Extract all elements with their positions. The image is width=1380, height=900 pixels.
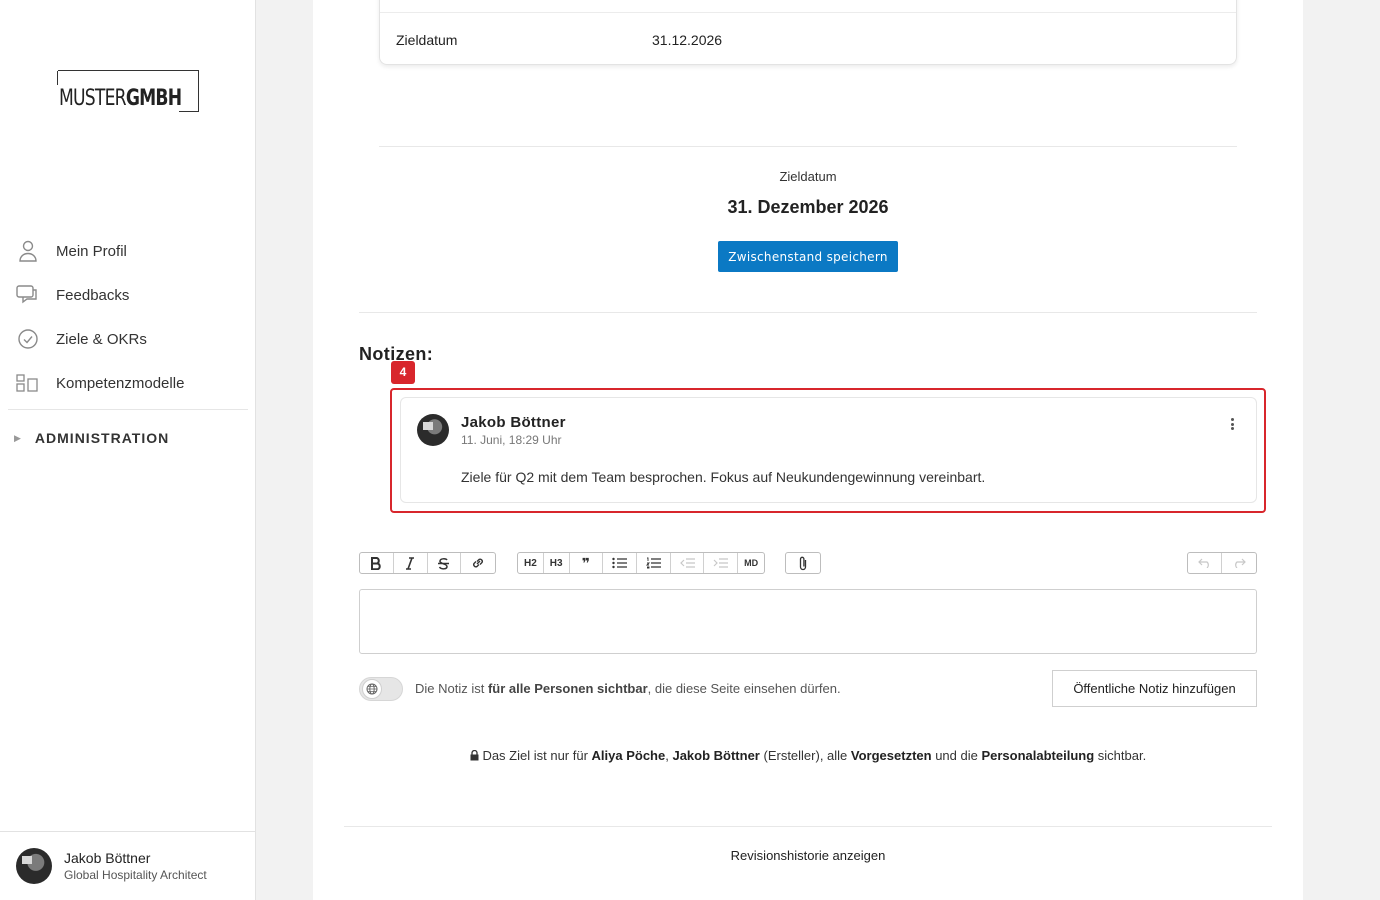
user-name: Jakob Böttner <box>64 850 151 866</box>
sidebar-item-label: Mein Profil <box>56 242 127 260</box>
sidebar: MUSTERGMBH Mein Profil Feedbacks Ziele &… <box>0 0 256 900</box>
sidebar-item-label: Ziele & OKRs <box>56 330 147 348</box>
strikethrough-button[interactable] <box>428 553 462 573</box>
sidebar-item-ziele-okrs[interactable]: Ziele & OKRs <box>8 317 248 361</box>
note-timestamp: 11. Juni, 18:29 Uhr <box>461 433 562 447</box>
add-public-note-button[interactable]: Öffentliche Notiz hinzufügen <box>1052 670 1257 707</box>
globe-icon <box>362 679 382 699</box>
format-toolbar-group <box>359 552 496 574</box>
redo-button[interactable] <box>1222 553 1256 573</box>
sidebar-item-feedbacks[interactable]: Feedbacks <box>8 273 248 317</box>
numbered-list-button[interactable] <box>637 553 671 573</box>
markdown-button[interactable]: MD <box>738 553 764 573</box>
sidebar-item-label: Feedbacks <box>56 286 130 304</box>
grid-blocks-icon <box>16 371 40 395</box>
note-editor[interactable] <box>359 589 1257 654</box>
paperclip-icon <box>799 556 807 570</box>
redo-icon <box>1235 558 1246 568</box>
numbered-list-icon <box>645 557 661 569</box>
attach-button[interactable] <box>786 553 820 573</box>
user-meta: Jakob Böttner Global Hospitality Archite… <box>64 850 207 882</box>
divider <box>344 826 1272 827</box>
visibility-toggle[interactable] <box>359 677 403 701</box>
annotation-badge: 4 <box>391 361 415 384</box>
divider <box>359 312 1257 313</box>
sidebar-item-mein-profil[interactable]: Mein Profil <box>8 229 248 273</box>
link-icon <box>473 558 484 568</box>
main-content: Zieldatum 31.12.2026 Zieldatum 31. Dezem… <box>313 0 1303 900</box>
more-options-icon[interactable] <box>1226 416 1238 432</box>
caret-right-icon: ▶ <box>14 432 21 443</box>
lock-icon <box>470 749 479 761</box>
divider <box>379 146 1237 147</box>
outdent-button[interactable] <box>671 553 705 573</box>
history-toolbar-group <box>1187 552 1257 574</box>
row-divider <box>380 12 1236 13</box>
bold-icon <box>371 556 382 570</box>
italic-button[interactable] <box>394 553 428 573</box>
sidebar-item-administration[interactable]: ▶ ADMINISTRATION <box>8 410 248 466</box>
logo-text: MUSTERGMBH <box>59 86 182 111</box>
chat-bubbles-icon <box>16 283 40 307</box>
sidebar-item-kompetenzmodelle[interactable]: Kompetenzmodelle <box>8 361 248 405</box>
bullet-list-icon <box>612 557 628 569</box>
bold-button[interactable] <box>360 553 394 573</box>
zieldatum-key: Zieldatum <box>396 32 458 48</box>
outdent-icon <box>679 558 695 568</box>
avatar <box>16 848 52 884</box>
undo-button[interactable] <box>1188 553 1222 573</box>
company-logo[interactable]: MUSTERGMBH <box>57 70 199 112</box>
note-author-avatar <box>417 414 449 446</box>
visibility-text: Die Notiz ist für alle Personen sichtbar… <box>415 681 841 696</box>
target-date-value: 31. Dezember 2026 <box>727 197 889 217</box>
privacy-notice: Das Ziel ist nur für Aliya Pöche, Jakob … <box>313 748 1303 763</box>
check-circle-icon <box>16 327 40 351</box>
italic-icon <box>406 556 415 570</box>
quote-button[interactable]: ❞ <box>570 553 604 573</box>
main-nav: Mein Profil Feedbacks Ziele & OKRs Kompe… <box>8 229 248 466</box>
sidebar-item-label: Kompetenzmodelle <box>56 374 185 392</box>
goal-info-card: Zieldatum 31.12.2026 <box>379 0 1237 65</box>
revision-history-link[interactable]: Revisionshistorie anzeigen <box>313 848 1303 863</box>
heading2-button[interactable]: H2 <box>518 553 544 573</box>
user-role: Global Hospitality Architect <box>64 868 207 882</box>
strikethrough-icon <box>438 557 450 570</box>
save-progress-button[interactable]: Zwischenstand speichern <box>718 241 898 272</box>
link-button[interactable] <box>461 553 495 573</box>
note-text: Ziele für Q2 mit dem Team besprochen. Fo… <box>461 469 986 485</box>
current-user[interactable]: Jakob Böttner Global Hospitality Archite… <box>0 831 255 900</box>
bullet-list-button[interactable] <box>603 553 638 573</box>
indent-icon <box>713 558 729 568</box>
block-toolbar-group: H2 H3 ❞ MD <box>517 552 765 574</box>
heading3-button[interactable]: H3 <box>544 553 570 573</box>
target-date-label: Zieldatum <box>779 169 837 184</box>
note-author: Jakob Böttner <box>461 414 566 431</box>
undo-icon <box>1197 558 1209 568</box>
indent-button[interactable] <box>704 553 739 573</box>
attach-toolbar-group <box>785 552 821 574</box>
zieldatum-value: 31.12.2026 <box>652 32 723 48</box>
administration-label: ADMINISTRATION <box>34 430 170 446</box>
user-icon <box>16 239 40 263</box>
note-card: Jakob Böttner 11. Juni, 18:29 Uhr Ziele … <box>400 397 1257 503</box>
